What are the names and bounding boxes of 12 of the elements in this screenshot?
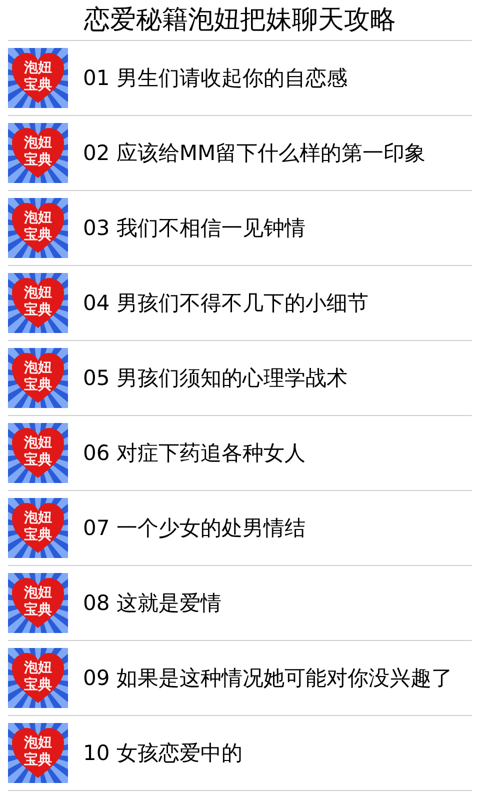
- item-title: 03 我们不相信一见钟情: [83, 215, 306, 241]
- item-title: 06 对症下药追各种女人: [83, 440, 306, 466]
- item-title: 02 应该给MM留下什么样的第一印象: [83, 140, 426, 166]
- item-title: 08 这就是爱情: [83, 590, 222, 616]
- item-title: 04 男孩们不得不几下的小细节: [83, 290, 368, 316]
- item-title: 10 女孩恋爱中的: [83, 740, 242, 766]
- item-title: 01 男生们请收起你的自恋感: [83, 65, 348, 91]
- list-item[interactable]: 泡妞 宝典 10 女孩恋爱中的: [8, 716, 472, 791]
- item-title: 07 一个少女的处男情结: [83, 515, 306, 541]
- app-title: 恋爱秘籍泡妞把妹聊天攻略: [82, 4, 397, 37]
- item-title: 05 男孩们须知的心理学战术: [83, 365, 348, 391]
- item-title: 09 如果是这种情况她可能对你没兴趣了: [83, 665, 452, 691]
